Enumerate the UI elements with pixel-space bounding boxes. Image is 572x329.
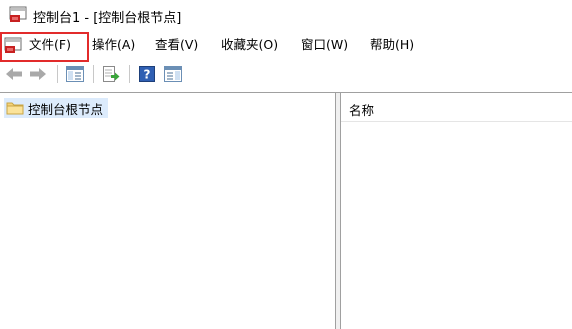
menu-favorites[interactable]: 收藏夹(O) bbox=[221, 36, 278, 54]
show-hide-action-pane-icon bbox=[164, 66, 182, 82]
mmc-console-icon bbox=[9, 6, 27, 22]
toolbar: ? bbox=[0, 62, 572, 86]
title-bar: 控制台1 - [控制台根节点] bbox=[0, 0, 572, 30]
menu-help[interactable]: 帮助(H) bbox=[370, 36, 414, 54]
show-hide-console-tree-button[interactable] bbox=[65, 64, 85, 84]
tree-node-label: 控制台根节点 bbox=[28, 101, 104, 117]
svg-text:?: ? bbox=[144, 68, 151, 82]
result-pane[interactable]: 名称 bbox=[340, 93, 572, 329]
file-menu-highlight bbox=[0, 32, 89, 62]
column-header-name[interactable]: 名称 bbox=[341, 93, 572, 122]
tree-node-console-root[interactable]: 控制台根节点 bbox=[4, 98, 109, 118]
window-title: 控制台1 - [控制台根节点] bbox=[33, 11, 182, 26]
back-arrow-icon bbox=[6, 68, 22, 80]
forward-button[interactable] bbox=[28, 64, 48, 84]
help-icon: ? bbox=[139, 66, 155, 82]
forward-arrow-icon bbox=[30, 68, 46, 80]
export-list-icon bbox=[103, 66, 120, 82]
column-header-label: 名称 bbox=[349, 103, 375, 118]
toolbar-separator bbox=[129, 65, 130, 83]
menu-action[interactable]: 操作(A) bbox=[92, 36, 135, 54]
back-button[interactable] bbox=[4, 64, 24, 84]
show-hide-console-tree-icon bbox=[66, 66, 84, 82]
toolbar-separator bbox=[57, 65, 58, 83]
export-list-button[interactable] bbox=[101, 64, 121, 84]
menu-window[interactable]: 窗口(W) bbox=[301, 36, 348, 54]
show-hide-action-pane-button[interactable] bbox=[163, 64, 183, 84]
menu-view[interactable]: 查看(V) bbox=[155, 36, 198, 54]
help-button[interactable]: ? bbox=[137, 64, 157, 84]
console-tree-pane[interactable]: 控制台根节点 bbox=[0, 93, 336, 329]
toolbar-separator bbox=[93, 65, 94, 83]
folder-icon bbox=[6, 102, 24, 115]
